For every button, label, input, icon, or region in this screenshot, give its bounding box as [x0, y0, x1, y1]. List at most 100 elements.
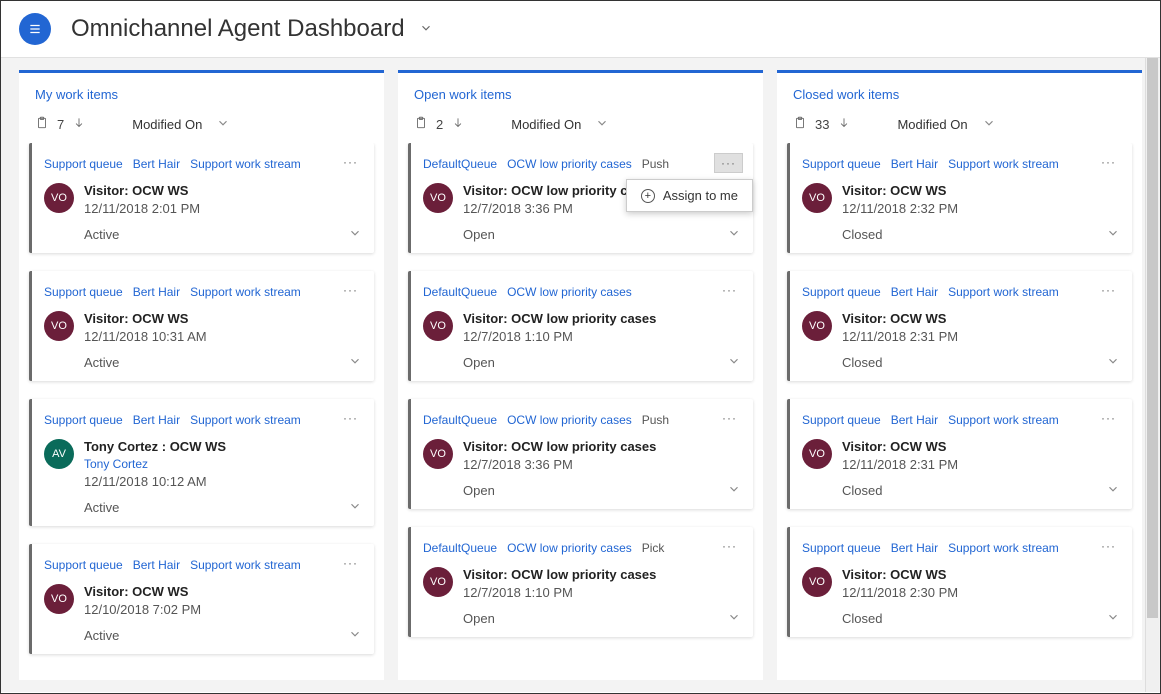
card-title: Visitor: OCW low priority cases: [463, 567, 656, 582]
card-more-icon[interactable]: ···: [716, 409, 743, 427]
tag-link[interactable]: Bert Hair: [891, 157, 938, 171]
card-more-icon[interactable]: ···: [716, 537, 743, 555]
card-footer: Closed: [802, 610, 1120, 627]
sort-field-label[interactable]: Modified On: [897, 117, 967, 132]
tag-link[interactable]: DefaultQueue: [423, 541, 497, 555]
card-more-icon[interactable]: ···: [1095, 281, 1122, 299]
sort-chevron-icon[interactable]: [982, 116, 996, 133]
work-item-card[interactable]: DefaultQueueOCW low priority casesPush··…: [408, 143, 753, 253]
expand-chevron-icon[interactable]: [1106, 226, 1120, 243]
tag-link[interactable]: Support queue: [44, 558, 123, 572]
tag-link[interactable]: Support work stream: [948, 541, 1059, 555]
card-date: 12/11/2018 10:31 AM: [84, 329, 207, 344]
item-count: 7: [57, 117, 64, 132]
work-item-card[interactable]: DefaultQueueOCW low priority casesPush··…: [408, 399, 753, 509]
tag-link[interactable]: Support work stream: [190, 558, 301, 572]
sort-chevron-icon[interactable]: [595, 116, 609, 133]
tag-link[interactable]: Support queue: [44, 157, 123, 171]
card-more-icon[interactable]: ···: [337, 554, 364, 572]
card-footer: Open: [423, 226, 741, 243]
tag-link[interactable]: OCW low priority cases: [507, 285, 632, 299]
sort-direction-icon[interactable]: [451, 116, 465, 133]
card-status: Open: [463, 483, 495, 498]
sort-direction-icon[interactable]: [837, 116, 851, 133]
tag-link[interactable]: Support work stream: [948, 413, 1059, 427]
sort-chevron-icon[interactable]: [216, 116, 230, 133]
card-tags: Support queue Bert Hair Support work strea…: [802, 541, 1120, 555]
work-item-card[interactable]: Support queue Bert Hair Support work strea…: [787, 143, 1132, 253]
title-dropdown-chevron-icon[interactable]: [419, 21, 433, 38]
expand-chevron-icon[interactable]: [1106, 354, 1120, 371]
work-item-card[interactable]: Support queue Bert Hair Support work strea…: [29, 399, 374, 526]
tag-link[interactable]: Support work stream: [948, 285, 1059, 299]
tag-link[interactable]: Support queue: [44, 413, 123, 427]
tag-link[interactable]: OCW low priority cases: [507, 541, 632, 555]
card-more-icon[interactable]: ···: [337, 281, 364, 299]
work-item-card[interactable]: DefaultQueueOCW low priority cases··· VO…: [408, 271, 753, 381]
tag-link[interactable]: OCW low priority cases: [507, 413, 632, 427]
tag-link[interactable]: DefaultQueue: [423, 157, 497, 171]
card-status: Closed: [842, 611, 882, 626]
clipboard-icon[interactable]: [793, 116, 807, 133]
scrollbar-thumb[interactable]: [1147, 58, 1158, 618]
tag-link[interactable]: Bert Hair: [133, 413, 180, 427]
tag-link[interactable]: Support work stream: [190, 157, 301, 171]
expand-chevron-icon[interactable]: [348, 627, 362, 644]
assign-flyout[interactable]: + Assign to me: [626, 179, 753, 212]
work-item-card[interactable]: Support queue Bert Hair Support work strea…: [29, 544, 374, 654]
sort-direction-icon[interactable]: [72, 116, 86, 133]
tag-link[interactable]: Support queue: [802, 541, 881, 555]
tag-link[interactable]: Support queue: [802, 285, 881, 299]
tag-link[interactable]: Bert Hair: [891, 413, 938, 427]
avatar: AV: [44, 439, 74, 469]
work-item-card[interactable]: Support queue Bert Hair Support work strea…: [29, 271, 374, 381]
card-body: VO Visitor: OCW WS 12/11/2018 2:01 PM: [44, 183, 362, 216]
expand-chevron-icon[interactable]: [1106, 482, 1120, 499]
sort-field-label[interactable]: Modified On: [132, 117, 202, 132]
tag-link[interactable]: Bert Hair: [133, 157, 180, 171]
card-title: Visitor: OCW WS: [84, 311, 207, 326]
expand-chevron-icon[interactable]: [348, 499, 362, 516]
expand-chevron-icon[interactable]: [727, 482, 741, 499]
card-title: Visitor: OCW low priority cases: [463, 439, 656, 454]
card-date: 12/11/2018 2:31 PM: [842, 457, 958, 472]
card-more-icon[interactable]: ···: [1095, 537, 1122, 555]
card-more-icon[interactable]: ···: [716, 281, 743, 299]
expand-chevron-icon[interactable]: [348, 354, 362, 371]
tag-link[interactable]: DefaultQueue: [423, 413, 497, 427]
tag-link[interactable]: OCW low priority cases: [507, 157, 632, 171]
tag-link[interactable]: Support queue: [44, 285, 123, 299]
expand-chevron-icon[interactable]: [727, 354, 741, 371]
tag-link[interactable]: Support work stream: [190, 413, 301, 427]
clipboard-icon[interactable]: [35, 116, 49, 133]
tag-link[interactable]: Support work stream: [190, 285, 301, 299]
card-more-icon[interactable]: ···: [337, 409, 364, 427]
tag-link[interactable]: Bert Hair: [133, 558, 180, 572]
expand-chevron-icon[interactable]: [348, 226, 362, 243]
card-more-icon[interactable]: ···: [337, 153, 364, 171]
tag-link[interactable]: Bert Hair: [891, 541, 938, 555]
tag-link[interactable]: Support queue: [802, 413, 881, 427]
tag-link[interactable]: Support work stream: [948, 157, 1059, 171]
card-body: VO Visitor: OCW WS 12/10/2018 7:02 PM: [44, 584, 362, 617]
tag-link[interactable]: Bert Hair: [133, 285, 180, 299]
card-sublink[interactable]: Tony Cortez: [84, 457, 226, 471]
card-tags: DefaultQueue OCW low priority cases: [423, 285, 741, 299]
expand-chevron-icon[interactable]: [1106, 610, 1120, 627]
tag-link[interactable]: Support queue: [802, 157, 881, 171]
page-scrollbar[interactable]: [1145, 58, 1159, 692]
work-item-card[interactable]: Support queue Bert Hair Support work strea…: [787, 399, 1132, 509]
work-item-card[interactable]: Support queue Bert Hair Support work strea…: [787, 271, 1132, 381]
expand-chevron-icon[interactable]: [727, 610, 741, 627]
work-item-card[interactable]: Support queue Bert Hair Support work strea…: [29, 143, 374, 253]
card-more-icon[interactable]: ···: [1095, 153, 1122, 171]
work-item-card[interactable]: Support queue Bert Hair Support work strea…: [787, 527, 1132, 637]
sort-field-label[interactable]: Modified On: [511, 117, 581, 132]
work-item-card[interactable]: DefaultQueueOCW low priority casesPick··…: [408, 527, 753, 637]
tag-link[interactable]: Bert Hair: [891, 285, 938, 299]
card-more-icon[interactable]: ···: [1095, 409, 1122, 427]
expand-chevron-icon[interactable]: [727, 226, 741, 243]
card-more-icon[interactable]: ···: [714, 153, 743, 173]
tag-link[interactable]: DefaultQueue: [423, 285, 497, 299]
clipboard-icon[interactable]: [414, 116, 428, 133]
